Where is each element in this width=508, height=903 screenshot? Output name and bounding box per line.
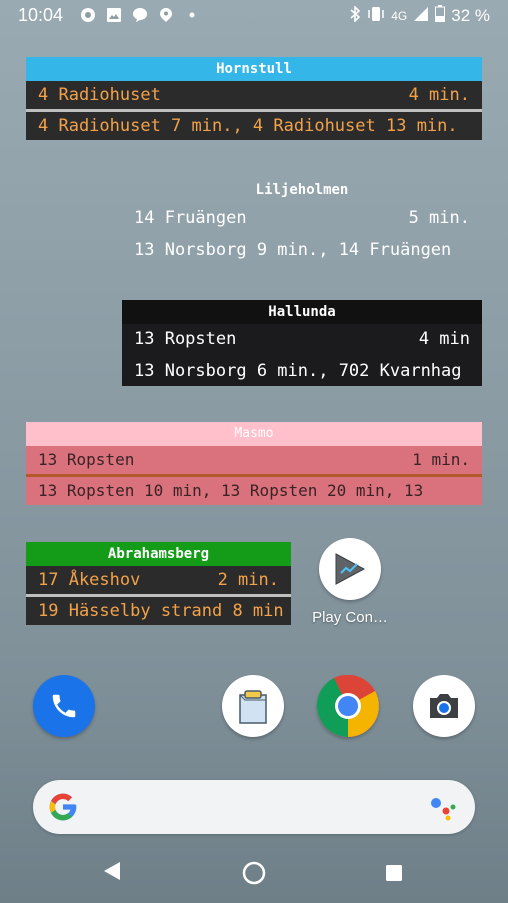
departure-line: 4 Radiohuset	[38, 85, 161, 105]
departure-line: 19 Hässelby strand 8 min	[38, 601, 284, 621]
departure-time: 1 min.	[412, 450, 470, 469]
sync-icon	[80, 7, 96, 23]
google-logo-icon[interactable]	[47, 791, 79, 827]
chrome-icon[interactable]	[317, 675, 379, 737]
departure-time: 4 min	[418, 329, 470, 349]
location-pin-icon	[158, 7, 174, 23]
recents-icon[interactable]	[385, 864, 403, 886]
image-icon	[106, 7, 122, 23]
google-assistant-icon[interactable]	[429, 794, 457, 826]
status-time: 10:04	[18, 5, 64, 25]
status-bar: 10:04 4G 32 %	[0, 0, 508, 32]
phone-icon[interactable]	[33, 675, 95, 737]
widget-title: Abrahamsberg	[26, 542, 291, 566]
departure-row-next[interactable]: 13 Ropsten 4 min	[122, 324, 482, 354]
dot-icon	[184, 7, 200, 23]
notification-icons	[80, 7, 200, 23]
departure-line: 13 Norsborg 9 min., 14 Fruängen	[134, 240, 452, 260]
widget-title: Masmo	[26, 422, 482, 446]
departure-row-next[interactable]: 14 Fruängen 5 min.	[122, 202, 482, 234]
departure-time: 2 min.	[217, 570, 279, 590]
app-label: Play Con…	[312, 609, 388, 626]
departure-widget-liljeholmen[interactable]: Liljeholmen 14 Fruängen 5 min. 13 Norsbo…	[122, 178, 482, 266]
vibrate-icon	[367, 6, 385, 27]
departure-row-later[interactable]: 13 Norsborg 6 min., 702 Kvarnhag	[122, 356, 482, 386]
widget-title: Liljeholmen	[255, 182, 349, 198]
clipboard-icon[interactable]	[222, 675, 284, 737]
chat-bubble-icon	[132, 7, 148, 23]
departure-widget-masmo[interactable]: Masmo 13 Ropsten 1 min. 13 Ropsten 10 mi…	[26, 422, 482, 505]
departure-row-next[interactable]: 13 Ropsten 1 min.	[26, 446, 482, 474]
departure-row-later[interactable]: 4 Radiohuset 7 min., 4 Radiohuset 13 min…	[26, 112, 482, 140]
departure-line: 14 Fruängen	[134, 208, 247, 228]
departure-time: 4 min.	[408, 85, 470, 105]
departure-line: 13 Ropsten 10 min, 13 Ropsten 20 min, 13	[38, 481, 424, 500]
navigation-bar	[0, 840, 508, 903]
network-type: 4G	[391, 9, 408, 23]
departure-line: 13 Ropsten	[38, 450, 135, 469]
departure-widget-abrahamsberg[interactable]: Abrahamsberg 17 Åkeshov 2 min. 19 Hässel…	[26, 542, 291, 625]
departure-time: 5 min.	[408, 208, 470, 228]
widget-title: Hornstull	[26, 57, 482, 81]
departure-row-later[interactable]: 13 Ropsten 10 min, 13 Ropsten 20 min, 13	[26, 477, 482, 505]
departure-row-next[interactable]: 4 Radiohuset 4 min.	[26, 81, 482, 109]
departure-row-later[interactable]: 19 Hässelby strand 8 min	[26, 597, 291, 625]
back-icon[interactable]	[102, 860, 122, 886]
camera-icon[interactable]	[413, 675, 475, 737]
departure-line: 13 Ropsten	[134, 329, 237, 349]
departure-line: 13 Norsborg 6 min., 702 Kvarnhag	[134, 361, 462, 381]
play-console-icon[interactable]	[319, 538, 381, 600]
home-icon[interactable]	[242, 861, 266, 889]
departure-row-next[interactable]: 17 Åkeshov 2 min.	[26, 566, 291, 594]
widget-title: Hallunda	[122, 300, 482, 324]
app-play-console[interactable]: Play Con…	[310, 538, 390, 626]
system-indicators: 4G 32 %	[349, 4, 490, 27]
battery-percent: 32 %	[451, 6, 490, 25]
signal-icon	[413, 6, 429, 27]
departure-row-later[interactable]: 13 Norsborg 9 min., 14 Fruängen	[122, 234, 482, 266]
departure-line: 4 Radiohuset 7 min., 4 Radiohuset 13 min…	[38, 116, 458, 136]
departure-widget-hallunda[interactable]: Hallunda 13 Ropsten 4 min 13 Norsborg 6 …	[122, 300, 482, 386]
departure-widget-hornstull[interactable]: Hornstull 4 Radiohuset 4 min. 4 Radiohus…	[26, 57, 482, 140]
departure-line: 17 Åkeshov	[38, 570, 141, 590]
bluetooth-icon	[349, 4, 361, 27]
google-search-bar[interactable]	[33, 780, 475, 834]
battery-icon	[435, 5, 446, 27]
